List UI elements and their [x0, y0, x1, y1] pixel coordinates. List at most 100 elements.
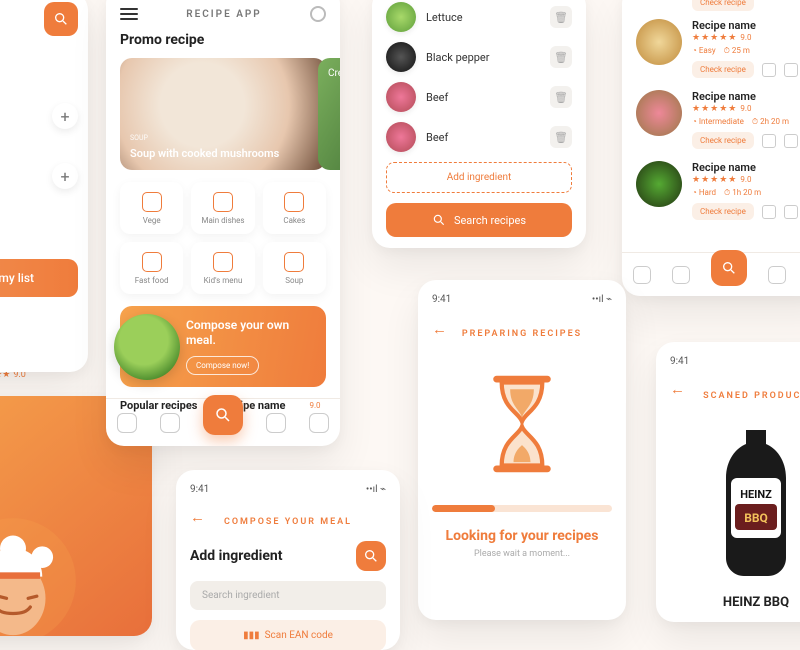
- compose-banner[interactable]: Compose your own meal. Compose now!: [120, 306, 326, 387]
- recipe-list-screen: Check recipe Recipe name ★★★★★9.0 ◔ Easy…: [622, 0, 800, 296]
- hourglass-icon: [432, 369, 612, 479]
- category-cakes[interactable]: Cakes: [263, 182, 326, 234]
- back-button[interactable]: ←: [432, 320, 447, 338]
- svg-text:BBQ: BBQ: [744, 511, 768, 525]
- screen-title: COMPOSE YOUR MEAL: [190, 517, 386, 527]
- recipe-name: Recipe name: [692, 90, 800, 103]
- check-recipe-button[interactable]: Check recipe: [692, 203, 754, 220]
- ingredient-row: Black pepper 🗑: [386, 42, 572, 72]
- status-signal-icon: ••ıl ⌁: [592, 294, 612, 305]
- beef-image: [386, 122, 416, 152]
- loading-headline: Looking for your recipes: [432, 528, 612, 544]
- product-name: HEINZ BBQ: [656, 595, 800, 610]
- add-ingredient-button[interactable]: Add ingredient: [386, 162, 572, 193]
- add-item-button[interactable]: +: [52, 103, 78, 129]
- recipe-row: Recipe name ★★★★★9.0 ◔ Hard⏱ 1h 20 m Che…: [636, 161, 800, 220]
- share-icon[interactable]: [784, 134, 798, 148]
- status-signal-icon: ••ıl ⌁: [366, 484, 386, 495]
- list-icon[interactable]: [160, 413, 180, 433]
- status-time: 9:41: [190, 484, 209, 495]
- svg-text:HEINZ: HEINZ: [740, 488, 772, 501]
- category-vege[interactable]: Vege: [120, 182, 183, 234]
- share-icon[interactable]: [784, 63, 798, 77]
- difficulty-label: ◔ Easy: [692, 46, 716, 55]
- bottom-nav: [622, 252, 800, 296]
- recipe-name: Recipe name: [692, 161, 800, 174]
- add-ingredient-heading: Add ingredient: [190, 548, 283, 564]
- home-screen: RECIPE APP Promo recipe SOUP Soup with c…: [106, 0, 340, 446]
- star-icon: ★★★★★: [692, 33, 737, 43]
- pepper-image: [386, 42, 416, 72]
- star-icon: ★★★★★: [692, 175, 737, 185]
- compose-screen: 9:41 ••ıl ⌁ ← COMPOSE YOUR MEAL Add ingre…: [176, 470, 400, 650]
- delete-icon[interactable]: 🗑: [550, 6, 572, 28]
- recipe-rating: 9.0: [740, 175, 751, 184]
- recipe-rating: 9.0: [740, 33, 751, 42]
- progress-bar: [432, 505, 612, 512]
- bookmark-icon[interactable]: [266, 413, 286, 433]
- search-tab[interactable]: [711, 250, 747, 286]
- search-tab[interactable]: [203, 395, 243, 435]
- check-list-button[interactable]: Check my list: [0, 259, 78, 297]
- star-icon: ★★★★★: [692, 104, 737, 114]
- check-recipe-button[interactable]: Check recipe: [692, 0, 754, 11]
- chef-avatar: [0, 516, 78, 636]
- ingredients-screen: Lettuce 🗑 Black pepper 🗑 Beef 🗑 Beef 🗑 A…: [372, 0, 586, 248]
- promo-heading: Promo recipe: [120, 32, 326, 48]
- home-icon[interactable]: [117, 413, 137, 433]
- scan-button[interactable]: ▮▮▮ Scan EAN code: [190, 620, 386, 650]
- beef-image: [386, 82, 416, 112]
- add-item-button[interactable]: +: [52, 163, 78, 189]
- settings-nav-icon[interactable]: [309, 413, 329, 433]
- status-time: 9:41: [670, 356, 689, 367]
- bookmark-icon[interactable]: [768, 266, 786, 284]
- category-fastfood[interactable]: Fast food: [120, 242, 183, 294]
- home-icon[interactable]: [633, 266, 651, 284]
- bookmark-icon[interactable]: [762, 205, 776, 219]
- list-icon[interactable]: [672, 266, 690, 284]
- scanned-product-screen: 9:41••ıl ⌁ ← SCANED PRODUCT HEINZ BBQ HE…: [656, 342, 800, 622]
- bookmark-icon[interactable]: [762, 63, 776, 77]
- back-button[interactable]: ←: [190, 508, 205, 526]
- bookmark-icon[interactable]: [762, 134, 776, 148]
- recipe-row: Recipe name ★★★★★9.0 ◔ Easy ⏱ 25 m Check …: [636, 19, 800, 78]
- recipe-image: [636, 161, 682, 207]
- recipe-rating: 9.0: [740, 104, 751, 113]
- recipe-name: Recipe name: [692, 19, 800, 32]
- ingredient-row: Beef 🗑: [386, 122, 572, 152]
- screen-title: SCANED PRODUCT: [670, 391, 800, 401]
- promo-card[interactable]: SOUP Soup with cooked mushrooms Crea: [120, 58, 326, 170]
- category-soup[interactable]: Soup: [263, 242, 326, 294]
- category-grid: Vege Main dishes Cakes Fast food Kid's m…: [120, 182, 326, 294]
- promo-title: Soup with cooked mushrooms: [130, 147, 279, 160]
- compose-now-button[interactable]: Compose now!: [186, 356, 259, 375]
- menu-icon[interactable]: [120, 8, 138, 20]
- search-button[interactable]: [44, 2, 78, 36]
- time-label: ⏱ 2h 20 m: [752, 117, 789, 126]
- back-button[interactable]: ←: [670, 380, 685, 398]
- search-recipes-button[interactable]: Search recipes: [386, 203, 572, 237]
- check-recipe-button[interactable]: Check recipe: [692, 132, 754, 149]
- ingredient-row: Lettuce 🗑: [386, 2, 572, 32]
- category-kids[interactable]: Kid's menu: [191, 242, 254, 294]
- check-recipe-button[interactable]: Check recipe: [692, 61, 754, 78]
- recipe-image: [636, 19, 682, 65]
- share-icon[interactable]: [784, 205, 798, 219]
- category-main[interactable]: Main dishes: [191, 182, 254, 234]
- search-button[interactable]: [356, 541, 386, 571]
- time-label: ⏱ 25 m: [724, 46, 750, 55]
- loading-subtext: Please wait a moment...: [432, 549, 612, 559]
- bottom-nav: [106, 398, 340, 446]
- settings-icon[interactable]: [310, 6, 326, 22]
- delete-icon[interactable]: 🗑: [550, 86, 572, 108]
- lettuce-image: [386, 2, 416, 32]
- search-input[interactable]: Search ingredient: [190, 581, 386, 610]
- delete-icon[interactable]: 🗑: [550, 46, 572, 68]
- recipe-image: [636, 90, 682, 136]
- difficulty-label: ◔ Intermediate: [692, 117, 744, 126]
- delete-icon[interactable]: 🗑: [550, 126, 572, 148]
- app-title: RECIPE APP: [186, 9, 261, 20]
- loading-screen: 9:41••ıl ⌁ ← PREPARING RECIPES Looking f…: [418, 280, 626, 620]
- ingredient-row: Beef 🗑: [386, 82, 572, 112]
- shopping-list-screen: Added to list + uice + Check my list: [0, 0, 88, 372]
